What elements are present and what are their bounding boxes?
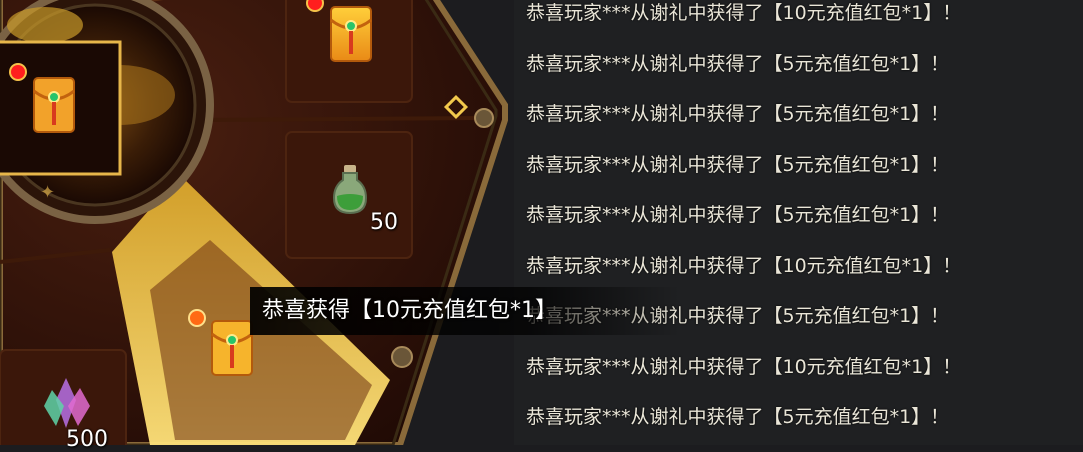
log-line: 恭喜玩家***从谢礼中获得了【10元充值红包*1】！ — [526, 254, 962, 277]
item-quantity: 500 — [66, 427, 108, 452]
red-envelope-icon[interactable] — [330, 6, 372, 66]
red-envelope-icon[interactable] — [33, 77, 75, 137]
notification-badge — [190, 311, 204, 325]
red-envelope-icon[interactable] — [211, 320, 253, 380]
log-line: 恭喜玩家***从谢礼中获得了【5元充值红包*1】！ — [526, 153, 950, 176]
reward-log-panel: 恭喜玩家***从谢礼中获得了【10元充值红包*1】！ 恭喜玩家***从谢礼中获得了… — [514, 0, 1083, 445]
log-line: 恭喜玩家***从谢礼中获得了【5元充值红包*1】！ — [526, 204, 950, 226]
notification-badge — [11, 65, 25, 79]
log-line: 恭喜玩家***从谢礼中获得了【5元充值红包*1】！ — [526, 52, 950, 75]
log-line: 恭喜玩家***从谢礼中获得了【10元充值红包*1】！ — [526, 355, 962, 378]
log-line: 恭喜玩家***从谢礼中获得了【5元充值红包*1】！ — [526, 103, 950, 125]
log-line: 恭喜玩家***从谢礼中获得了【10元充值红包*1】！ — [526, 2, 962, 24]
svg-text:✦: ✦ — [40, 182, 55, 203]
reward-toast: 恭喜获得【10元充值红包*1】 — [250, 287, 680, 335]
potion-icon[interactable] — [332, 164, 368, 218]
item-quantity: 50 — [370, 210, 398, 235]
log-line: 恭喜玩家***从谢礼中获得了【5元充值红包*1】！ — [526, 406, 950, 428]
toast-message: 恭喜获得【10元充值红包*1】 — [262, 298, 557, 323]
